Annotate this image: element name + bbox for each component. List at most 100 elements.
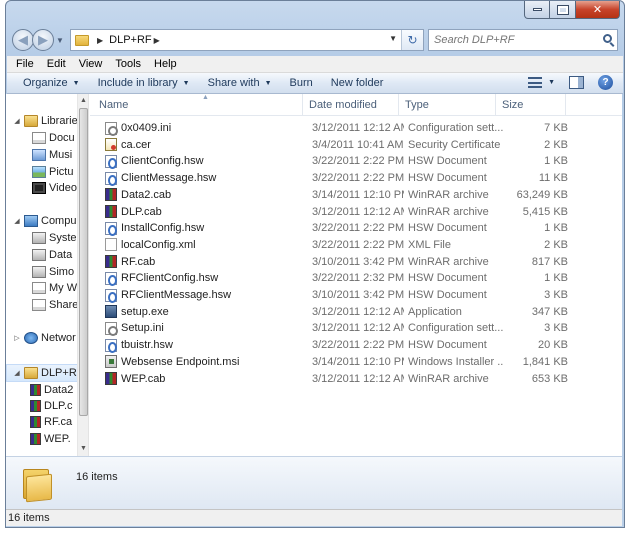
column-name[interactable]: Name — [93, 94, 303, 116]
file-name-cell: ca.cer — [105, 137, 300, 153]
nav-label: Syste — [49, 232, 77, 244]
nav-system-drive[interactable]: Syste — [32, 230, 77, 246]
close-button[interactable]: ✕ — [576, 1, 620, 19]
preview-pane-icon[interactable] — [569, 76, 584, 89]
nav-libraries[interactable]: ◢ Librarie — [12, 113, 78, 129]
maximize-button[interactable] — [550, 1, 576, 19]
expand-icon[interactable]: ▷ — [12, 334, 22, 342]
network-icon — [24, 332, 38, 344]
file-list: ▲ Name Date modified Type Size 0x0409.in… — [90, 94, 622, 456]
nav-network[interactable]: ▷ Networ — [12, 330, 76, 346]
column-size[interactable]: Size — [496, 94, 566, 116]
scroll-down-icon[interactable]: ▼ — [78, 442, 88, 456]
nav-pictures[interactable]: Pictu — [32, 164, 73, 180]
nav-data-drive[interactable]: Data — [32, 247, 72, 263]
breadcrumb-chevron-icon[interactable]: ▶ — [154, 36, 160, 45]
include-in-library-button[interactable]: Include in library ▼ — [98, 77, 190, 89]
drive-icon — [32, 249, 46, 261]
nav-scrollbar[interactable]: ▲ ▼ — [77, 94, 88, 456]
file-date-modified: 3/22/2011 2:22 PM — [312, 339, 404, 352]
nav-simo-drive[interactable]: Simo — [32, 264, 74, 280]
collapse-icon[interactable]: ◢ — [12, 369, 22, 377]
nav-computer[interactable]: ◢ Compu — [12, 213, 76, 229]
file-row[interactable]: ClientConfig.hsw 3/22/2011 2:22 PM HSW Doc… — [102, 153, 568, 169]
menu-view[interactable]: View — [79, 58, 103, 70]
file-name-cell: RFClientMessage.hsw — [105, 287, 300, 303]
file-row[interactable]: Websense Endpoint.msi 3/14/2011 12:10 PM W… — [102, 354, 568, 370]
file-row[interactable]: InstallConfig.hsw 3/22/2011 2:22 PM HSW Do… — [102, 220, 568, 236]
scroll-up-icon[interactable]: ▲ — [78, 94, 88, 108]
nav-label: Data — [49, 249, 73, 261]
nav-my-web-sites[interactable]: My W — [32, 280, 77, 296]
nav-folder-dlp-rf[interactable]: ◢ DLP+R — [12, 365, 77, 381]
file-row[interactable]: 0x0409.ini 3/12/2011 12:12 AM Configuratio… — [102, 120, 568, 136]
file-name: ca.cer — [121, 138, 151, 151]
view-options-dropdown-icon[interactable]: ▼ — [548, 79, 555, 86]
menu-tools[interactable]: Tools — [115, 58, 141, 70]
address-bar[interactable]: ▶ DLP+RF ▶ ▼ ↻ — [70, 29, 424, 51]
file-row[interactable]: Data2.cab 3/14/2011 12:10 PM WinRAR archiv… — [102, 187, 568, 203]
file-row[interactable]: setup.exe 3/12/2011 12:12 AM Application 34… — [102, 304, 568, 320]
recent-pages-dropdown[interactable]: ▼ — [54, 36, 66, 45]
file-row[interactable]: RFClientMessage.hsw 3/10/2011 3:42 PM HSW … — [102, 287, 568, 303]
refresh-button[interactable]: ↻ — [401, 30, 423, 50]
nav-share[interactable]: Share — [32, 297, 78, 313]
breadcrumb-chevron-icon[interactable]: ▶ — [97, 36, 103, 45]
change-view-icon[interactable] — [528, 77, 543, 88]
file-date-modified: 3/22/2011 2:22 PM — [312, 172, 404, 185]
nav-dlp-cab[interactable]: DLP.c — [30, 398, 73, 414]
details-pane: 16 items — [6, 456, 622, 509]
address-dropdown-icon[interactable]: ▼ — [389, 34, 397, 43]
file-size: 1 KB — [544, 222, 568, 235]
file-name-cell: ClientConfig.hsw — [105, 153, 300, 169]
file-row[interactable]: RFClientConfig.hsw 3/22/2011 2:32 PM HSW D… — [102, 270, 568, 286]
new-folder-button[interactable]: New folder — [331, 77, 384, 89]
drive-icon — [32, 232, 46, 244]
hsw-icon — [105, 271, 117, 286]
file-date-modified: 3/22/2011 2:22 PM — [312, 238, 404, 251]
include-label: Include in library — [97, 77, 178, 89]
forward-button[interactable]: ▶ — [32, 29, 54, 51]
expand-icon[interactable]: ◢ — [12, 117, 22, 125]
file-row[interactable]: WEP.cab 3/12/2011 12:12 AM WinRAR archive 6… — [102, 371, 568, 387]
nav-wep-cab[interactable]: WEP. — [30, 431, 71, 447]
nav-data2-cab[interactable]: Data2 — [30, 382, 73, 398]
file-row[interactable]: RF.cab 3/10/2011 3:42 PM WinRAR archive 817… — [102, 254, 568, 270]
nav-music[interactable]: Musi — [32, 147, 72, 163]
maximize-icon — [556, 4, 569, 15]
search-box[interactable] — [428, 29, 618, 51]
search-icon[interactable] — [603, 34, 612, 43]
expand-icon[interactable]: ◢ — [12, 217, 22, 225]
search-input[interactable] — [429, 30, 589, 50]
nav-videos[interactable]: Video — [32, 180, 77, 196]
organize-button[interactable]: Organize ▼ — [23, 77, 80, 89]
status-bar: 16 items — [6, 509, 622, 526]
file-row[interactable]: Setup.ini 3/12/2011 12:12 AM Configuration… — [102, 320, 568, 336]
nav-label: WEP. — [44, 433, 71, 445]
menu-help[interactable]: Help — [154, 58, 177, 70]
scroll-thumb[interactable] — [79, 108, 88, 416]
menu-edit[interactable]: Edit — [47, 58, 66, 70]
file-row[interactable]: tbuistr.hsw 3/22/2011 2:22 PM HSW Document… — [102, 337, 568, 353]
breadcrumb-dlp-rf[interactable]: DLP+RF — [109, 34, 152, 46]
file-size: 1,841 KB — [522, 355, 568, 368]
nav-documents[interactable]: Docu — [32, 130, 75, 146]
share-with-button[interactable]: Share with ▼ — [208, 77, 272, 89]
column-date-modified[interactable]: Date modified — [303, 94, 399, 116]
file-size: 11 KB — [538, 172, 568, 185]
computer-icon — [24, 215, 38, 227]
nav-rf-cab[interactable]: RF.ca — [30, 414, 72, 430]
file-row[interactable]: localConfig.xml 3/22/2011 2:22 PM XML File… — [102, 237, 568, 253]
menu-file[interactable]: File — [16, 58, 34, 70]
burn-button[interactable]: Burn — [290, 77, 313, 89]
column-type[interactable]: Type — [399, 94, 496, 116]
file-row[interactable]: ClientMessage.hsw 3/22/2011 2:22 PM HSW Do… — [102, 170, 568, 186]
winrar-icon — [105, 372, 117, 385]
file-date-modified: 3/22/2011 2:22 PM — [312, 155, 404, 168]
back-button[interactable]: ◀ — [12, 29, 34, 51]
minimize-button[interactable] — [524, 1, 550, 19]
file-row[interactable]: ca.cer 3/4/2011 10:41 AM Security Certific… — [102, 137, 568, 153]
help-icon[interactable]: ? — [598, 75, 613, 90]
file-date-modified: 3/14/2011 12:10 PM — [312, 355, 404, 368]
file-row[interactable]: DLP.cab 3/12/2011 12:12 AM WinRAR archive 5… — [102, 204, 568, 220]
